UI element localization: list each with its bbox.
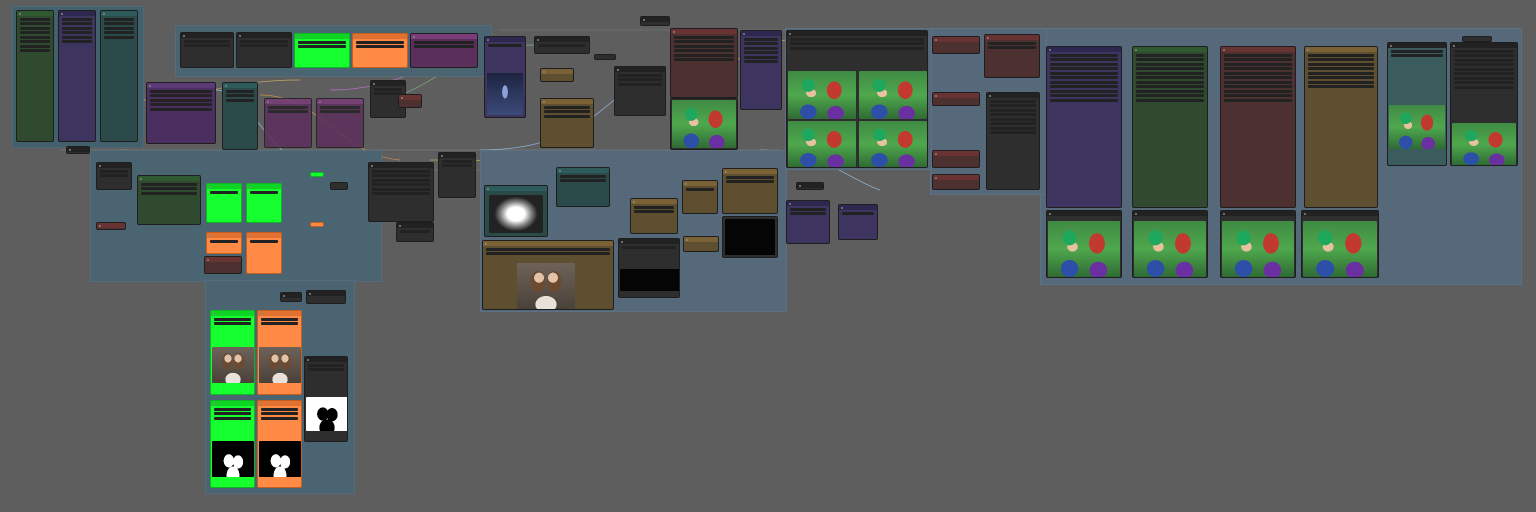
reference-image-node[interactable]: [482, 240, 614, 310]
preprocessor-settings-node[interactable]: [540, 98, 594, 148]
negative-prompt-node[interactable]: [352, 33, 408, 68]
reroute-node[interactable]: [330, 182, 348, 190]
upscale-preview-1-node[interactable]: [1046, 210, 1122, 278]
anime-portrait-image: [859, 71, 927, 119]
pose-settings-node[interactable]: [682, 180, 718, 214]
lora-loader-node[interactable]: [58, 10, 96, 142]
latent-composite-node[interactable]: [786, 200, 830, 244]
segmentation-mask-image: [259, 441, 301, 477]
latent-upscale-node[interactable]: [396, 222, 434, 242]
clip-text-encode-node-2[interactable]: [236, 32, 292, 68]
ipadapter-mask-node[interactable]: [246, 232, 282, 274]
primitive-node[interactable]: [204, 256, 242, 274]
seed-node[interactable]: [398, 94, 422, 108]
upscale-stage-3-node[interactable]: [1220, 46, 1296, 208]
style-prompt-node[interactable]: [410, 33, 478, 68]
depth-map-image: [489, 195, 543, 233]
openpose-preview-node[interactable]: [722, 216, 778, 258]
ipadapter-positive-node[interactable]: [206, 183, 242, 223]
model-sampling-node[interactable]: [137, 175, 201, 225]
mask-preview-node[interactable]: [304, 356, 348, 442]
detailer-pipe-node[interactable]: [984, 34, 1040, 78]
control-image-node[interactable]: [614, 66, 666, 116]
segmentation-mask-image: [212, 441, 254, 477]
photo-portrait-image: [212, 347, 254, 383]
reroute-negative[interactable]: [310, 222, 324, 227]
empty-latent-node[interactable]: [96, 222, 126, 230]
anime-portrait-image: [1222, 221, 1294, 277]
anime-portrait-image: [1303, 221, 1377, 277]
vae-loader-node[interactable]: [100, 10, 138, 142]
pose-skeleton-image: [620, 269, 679, 291]
resize-node[interactable]: [534, 36, 590, 54]
face-detailer-node[interactable]: [932, 36, 980, 54]
depth-preview-node[interactable]: [484, 185, 548, 237]
anime-portrait-image: [1134, 221, 1206, 277]
upscale-preview-4-node[interactable]: [1301, 210, 1379, 278]
reroute-node[interactable]: [796, 182, 824, 190]
upscale-preview-3-node[interactable]: [1220, 210, 1296, 278]
latent-blend-node[interactable]: [838, 204, 878, 240]
ksampler-advanced-node[interactable]: [670, 28, 738, 98]
upscale-stage-1-node[interactable]: [1046, 46, 1122, 208]
save-image-node[interactable]: [1387, 42, 1447, 166]
scene-preview-image: [487, 73, 523, 115]
upscale-stage-4-node[interactable]: [1304, 46, 1378, 208]
load-image-positive-node[interactable]: [210, 310, 255, 395]
sam-loader-node[interactable]: [932, 150, 980, 168]
lineart-node[interactable]: [683, 236, 719, 252]
reroute-node[interactable]: [640, 16, 670, 26]
photo-portrait-image: [517, 263, 575, 309]
anime-portrait-image: [672, 100, 736, 148]
reroute-node[interactable]: [1462, 36, 1492, 42]
sampler-output-node[interactable]: [670, 98, 738, 150]
mask-negative-node[interactable]: [257, 400, 302, 488]
node-graph-canvas[interactable]: [0, 0, 1536, 512]
mask-positive-node[interactable]: [210, 400, 255, 488]
reroute-node[interactable]: [594, 54, 616, 60]
model-merge-node[interactable]: [96, 162, 132, 190]
conditioning-node[interactable]: [146, 82, 216, 144]
anime-portrait-image: [788, 121, 856, 167]
image-compare-node[interactable]: [786, 30, 928, 168]
anime-portrait-image: [788, 71, 856, 119]
mask-options-node[interactable]: [280, 292, 302, 302]
checkpoint-loader-node[interactable]: [16, 10, 54, 142]
upscale-stage-2-node[interactable]: [1132, 46, 1208, 208]
anime-portrait-image: [859, 121, 927, 167]
prompt-combine-node-2[interactable]: [316, 98, 364, 148]
ipadapter-image-node[interactable]: [246, 183, 282, 223]
load-image-negative-node[interactable]: [257, 310, 302, 395]
photo-portrait-image: [259, 347, 301, 383]
image-load-node[interactable]: [484, 36, 526, 118]
image-scale-node[interactable]: [540, 68, 574, 82]
openpose-node[interactable]: [722, 168, 778, 214]
anime-portrait-image: [1389, 105, 1445, 149]
ipadapter-negative-node[interactable]: [206, 232, 242, 254]
clip-text-encode-node[interactable]: [180, 32, 234, 68]
reroute-positive[interactable]: [310, 172, 324, 177]
segm-detector-node[interactable]: [932, 174, 980, 190]
mask-threshold-node[interactable]: [306, 290, 346, 304]
vae-decode-node[interactable]: [438, 152, 476, 198]
depth-estimator-node[interactable]: [556, 167, 610, 207]
bbox-detector-node[interactable]: [932, 92, 980, 106]
lineart-preview-node[interactable]: [618, 238, 680, 298]
positive-prompt-node[interactable]: [294, 33, 350, 68]
reroute-node[interactable]: [66, 146, 90, 154]
pose-estimator-node[interactable]: [630, 198, 678, 234]
detailer-settings-node[interactable]: [986, 92, 1040, 190]
ksampler-node[interactable]: [368, 162, 434, 222]
scheduler-node[interactable]: [740, 30, 782, 110]
prompt-combine-node[interactable]: [264, 98, 312, 148]
final-output-node[interactable]: [1450, 42, 1518, 166]
segmentation-mask-image: [306, 397, 347, 431]
anime-portrait-image: [1048, 221, 1120, 277]
pose-skeleton-image: [725, 219, 775, 255]
anime-portrait-image: [1452, 123, 1516, 165]
controlnet-apply-node[interactable]: [222, 82, 258, 150]
upscale-preview-2-node[interactable]: [1132, 210, 1208, 278]
